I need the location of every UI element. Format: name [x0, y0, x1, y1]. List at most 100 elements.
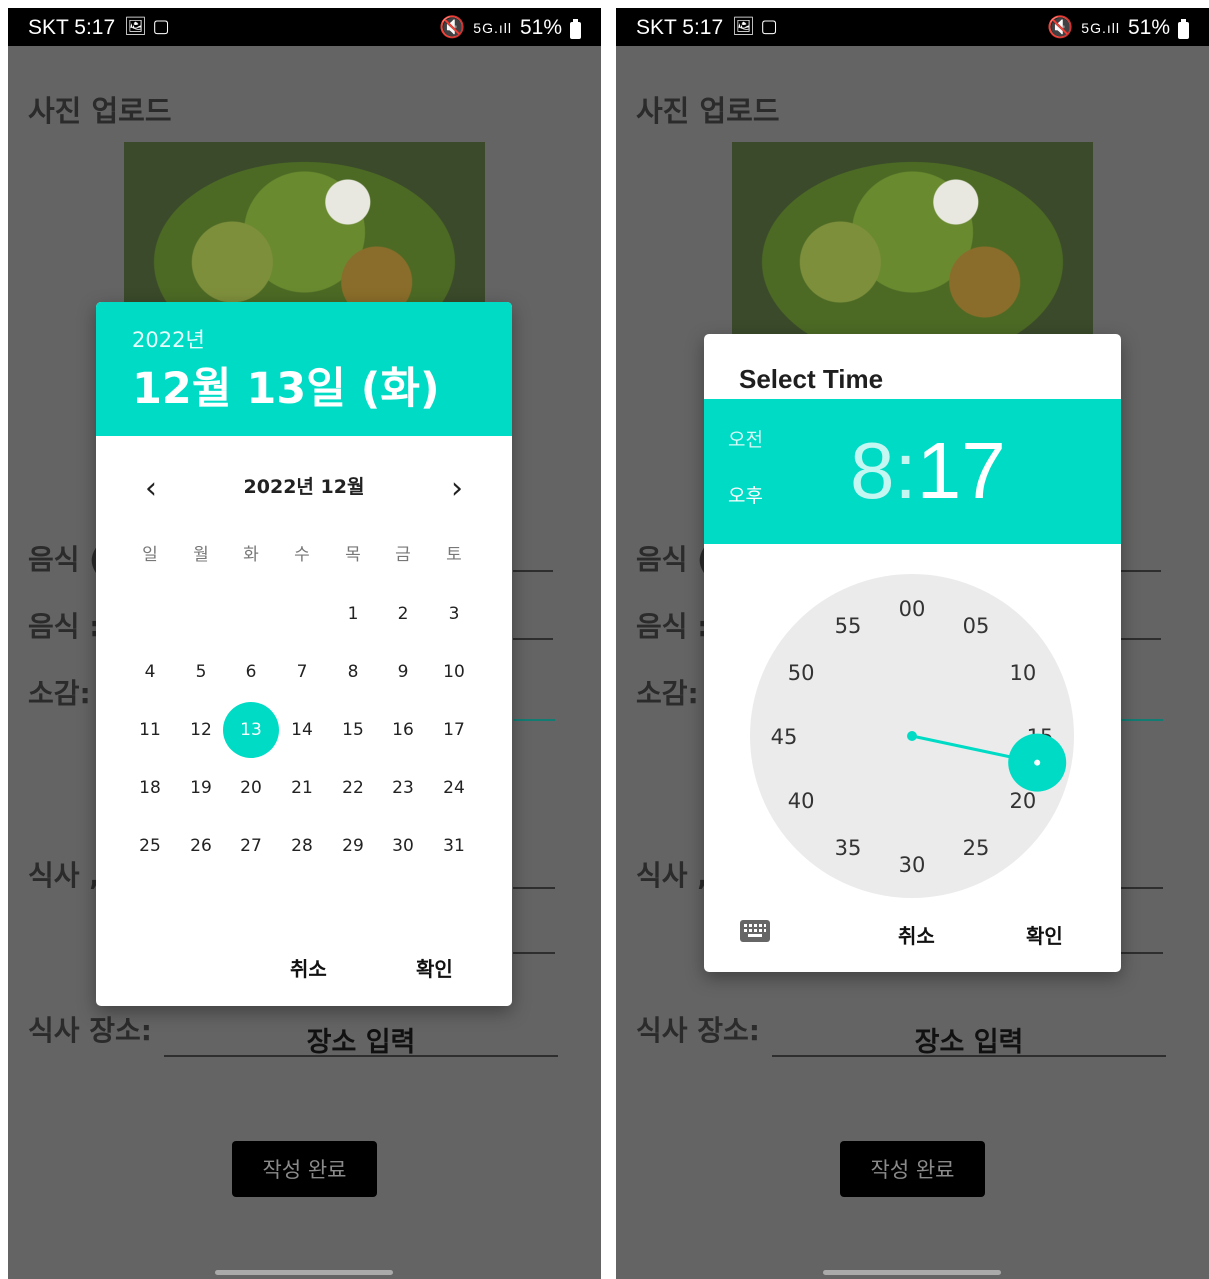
phone-screen-date: SKT 5:17 🖼 ▢ 🔇 5G.ıll 51% 사진 업로드 음식 ( 음식…: [8, 8, 601, 1279]
day-cell[interactable]: 26: [173, 818, 229, 874]
dial-center: [907, 731, 917, 741]
dial-number[interactable]: 30: [899, 853, 926, 877]
place-input[interactable]: 장소 입력: [164, 1020, 558, 1059]
meal-place-label: 식사 장소:: [636, 1014, 760, 1047]
dial-number[interactable]: 20: [1009, 789, 1036, 813]
dial-number[interactable]: 05: [963, 614, 990, 638]
date-picker-dialog: 2022년 12월 13일 (화) ‹ 2022년 12월 › 일월화수목금토 …: [96, 302, 512, 1006]
dial-number[interactable]: 55: [835, 614, 862, 638]
weekday-label: 수: [294, 545, 310, 565]
time-ok-button[interactable]: 확인: [1020, 919, 1069, 950]
day-cell[interactable]: 7: [274, 644, 330, 700]
day-cell[interactable]: 17: [426, 702, 482, 758]
day-cell[interactable]: 29: [325, 818, 381, 874]
day-cell-selected[interactable]: 13: [223, 702, 279, 758]
day-cell[interactable]: 11: [122, 702, 178, 758]
day-cell[interactable]: 8: [325, 644, 381, 700]
day-cell[interactable]: 5: [173, 644, 229, 700]
day-cell[interactable]: 6: [223, 644, 279, 700]
keyboard-icon[interactable]: [740, 920, 770, 942]
signal-icon: 5G.ıll: [1081, 20, 1120, 36]
dial-number[interactable]: 35: [835, 836, 862, 860]
next-month-icon[interactable]: ›: [437, 468, 477, 508]
day-cell[interactable]: 25: [122, 818, 178, 874]
day-cell[interactable]: 16: [375, 702, 431, 758]
review-label: 소감:: [28, 677, 91, 710]
day-cell[interactable]: 10: [426, 644, 482, 700]
food-menu-label: 음식 :: [28, 610, 101, 643]
day-cell[interactable]: 22: [325, 760, 381, 816]
food-photo[interactable]: [732, 142, 1093, 342]
battery-icon: [570, 18, 581, 39]
weekday-label: 목: [345, 545, 361, 565]
header-year[interactable]: 2022년: [132, 324, 205, 354]
weekday-label: 월: [193, 545, 209, 565]
battery-text: 51%: [519, 16, 562, 39]
dial-number[interactable]: 45: [771, 725, 798, 749]
day-cell[interactable]: 24: [426, 760, 482, 816]
meal-date-underline: [1121, 952, 1163, 954]
weekday-label: 금: [395, 545, 411, 565]
date-cancel-button[interactable]: 취소: [284, 952, 333, 983]
carrier-time: SKT 5:17: [636, 16, 724, 39]
food-menu-underline: [513, 638, 553, 640]
weekday-label: 토: [446, 545, 462, 565]
weekday-label: 일: [142, 545, 158, 565]
day-cell[interactable]: 1: [325, 586, 381, 642]
day-cell[interactable]: 27: [223, 818, 279, 874]
notification-icons: 🖼 ▢: [732, 16, 778, 37]
status-right: 🔇 5G.ıll 51%: [439, 16, 581, 40]
meal-time-underline: [1121, 887, 1163, 889]
home-indicator[interactable]: [215, 1270, 393, 1275]
day-cell[interactable]: 4: [122, 644, 178, 700]
food-menu-label: 음식 :: [636, 610, 709, 643]
place-input[interactable]: 장소 입력: [772, 1020, 1166, 1059]
day-cell[interactable]: 21: [274, 760, 330, 816]
place-underline: [772, 1055, 1166, 1057]
dial-number[interactable]: 00: [899, 597, 926, 621]
dial-number[interactable]: 10: [1009, 661, 1036, 685]
review-underline: [513, 719, 555, 721]
selector-dot: [1034, 759, 1041, 766]
date-ok-button[interactable]: 확인: [410, 952, 459, 983]
dial-number[interactable]: 25: [963, 836, 990, 860]
day-cell[interactable]: 12: [173, 702, 229, 758]
food-name-underline: [513, 570, 553, 572]
time-cancel-button[interactable]: 취소: [892, 919, 941, 950]
submit-button[interactable]: 작성 완료: [840, 1141, 985, 1197]
weekday-label: 화: [243, 545, 259, 565]
status-bar: SKT 5:17 🖼 ▢ 🔇 5G.ıll 51%: [8, 8, 601, 46]
day-cell[interactable]: 30: [375, 818, 431, 874]
mute-icon: 🔇: [439, 16, 466, 39]
day-cell[interactable]: 3: [426, 586, 482, 642]
battery-text: 51%: [1127, 16, 1170, 39]
day-cell[interactable]: 23: [375, 760, 431, 816]
submit-button[interactable]: 작성 완료: [232, 1141, 377, 1197]
dial-number[interactable]: 40: [788, 789, 815, 813]
photo-upload-title: 사진 업로드: [636, 94, 780, 128]
day-cell[interactable]: 18: [122, 760, 178, 816]
day-cell[interactable]: 20: [223, 760, 279, 816]
battery-icon: [1178, 18, 1189, 39]
day-cell[interactable]: 9: [375, 644, 431, 700]
day-cell[interactable]: 19: [173, 760, 229, 816]
food-menu-underline: [1121, 638, 1161, 640]
date-header: 2022년 12월 13일 (화): [96, 302, 512, 436]
day-cell[interactable]: 14: [274, 702, 330, 758]
header-date: 12월 13일 (화): [132, 364, 440, 414]
food-name-underline: [1121, 570, 1161, 572]
mute-icon: 🔇: [1047, 16, 1074, 39]
meal-time-underline: [513, 887, 555, 889]
home-indicator[interactable]: [823, 1270, 1001, 1275]
review-label: 소감:: [636, 677, 699, 710]
place-underline: [164, 1055, 558, 1057]
food-name-label: 음식 (: [636, 543, 711, 576]
day-cell[interactable]: 28: [274, 818, 330, 874]
notification-icons: 🖼 ▢: [124, 16, 170, 37]
minute-dial[interactable]: 000510152025303540455055: [704, 334, 1121, 972]
day-cell[interactable]: 2: [375, 586, 431, 642]
day-cell[interactable]: 15: [325, 702, 381, 758]
day-cell[interactable]: 31: [426, 818, 482, 874]
phone-screen-time: SKT 5:17 🖼 ▢ 🔇 5G.ıll 51% 사진 업로드 음식 ( 음식…: [616, 8, 1209, 1279]
dial-number[interactable]: 50: [788, 661, 815, 685]
